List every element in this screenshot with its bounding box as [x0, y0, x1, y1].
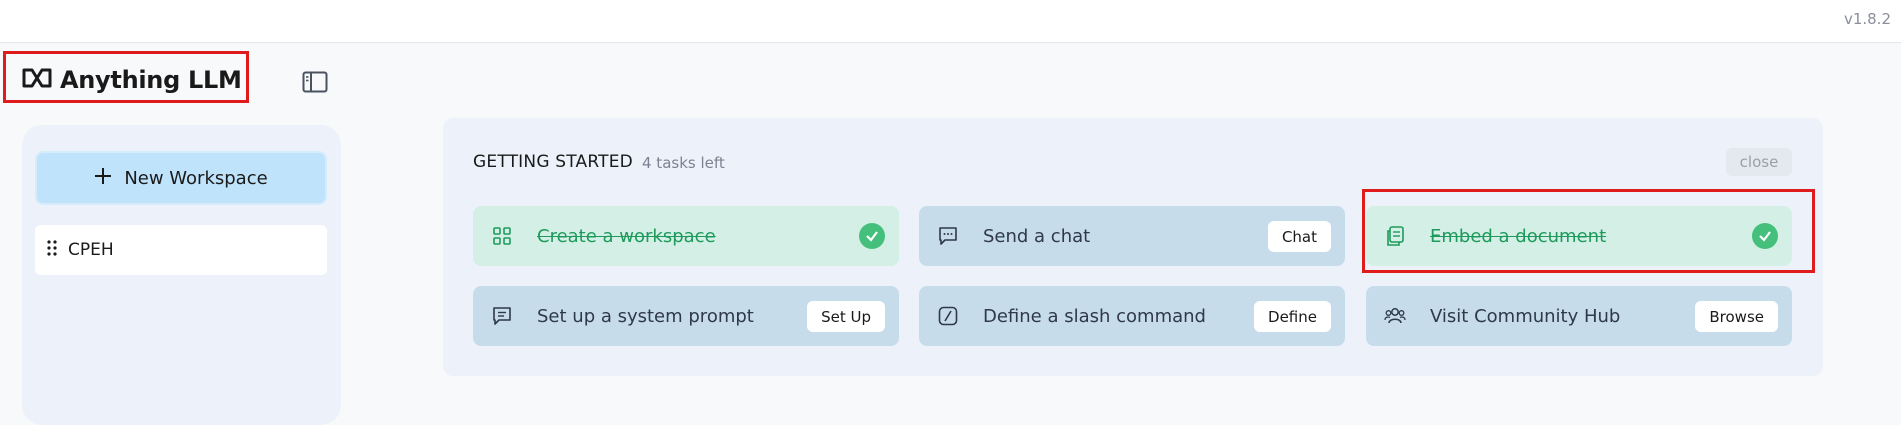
tasks-left-count: 4 tasks left [642, 154, 725, 172]
app-logo[interactable]: Anything LLM [22, 66, 242, 94]
chat-icon [937, 225, 959, 247]
users-icon [1384, 305, 1406, 327]
prompt-icon [491, 305, 513, 327]
slash-icon [937, 305, 959, 327]
close-button[interactable]: close [1726, 148, 1792, 176]
task-send-chat[interactable]: Send a chat Chat [919, 206, 1345, 266]
check-icon [859, 223, 885, 249]
plus-icon [94, 167, 112, 190]
chat-button[interactable]: Chat [1267, 221, 1331, 252]
grid-icon [491, 225, 513, 247]
task-label: Create a workspace [537, 225, 716, 247]
define-button[interactable]: Define [1254, 301, 1331, 332]
task-create-workspace[interactable]: Create a workspace [473, 206, 899, 266]
anything-llm-logo-icon [22, 68, 52, 92]
task-community-hub[interactable]: Visit Community Hub Browse [1366, 286, 1792, 346]
new-workspace-button[interactable]: New Workspace [35, 151, 327, 205]
task-label: Visit Community Hub [1430, 305, 1621, 327]
browse-button[interactable]: Browse [1695, 301, 1778, 332]
app-name: Anything LLM [60, 66, 242, 94]
getting-started-title: GETTING STARTED [473, 152, 633, 172]
task-system-prompt[interactable]: Set up a system prompt Set Up [473, 286, 899, 346]
sidebar-toggle-icon[interactable] [302, 71, 328, 93]
top-bar: v1.8.2 [0, 0, 1901, 43]
set-up-button[interactable]: Set Up [807, 301, 885, 332]
version-label: v1.8.2 [1843, 10, 1891, 28]
highlight-box-embed-document [1362, 189, 1815, 273]
task-slash-command[interactable]: Define a slash command Define [919, 286, 1345, 346]
workspace-name: CPEH [68, 240, 114, 260]
task-label: Set up a system prompt [537, 305, 754, 327]
task-label: Send a chat [983, 225, 1091, 247]
task-label: Define a slash command [983, 305, 1206, 327]
workspace-item[interactable]: CPEH [35, 225, 327, 275]
drag-handle-icon[interactable] [46, 239, 58, 262]
new-workspace-label: New Workspace [124, 167, 268, 189]
